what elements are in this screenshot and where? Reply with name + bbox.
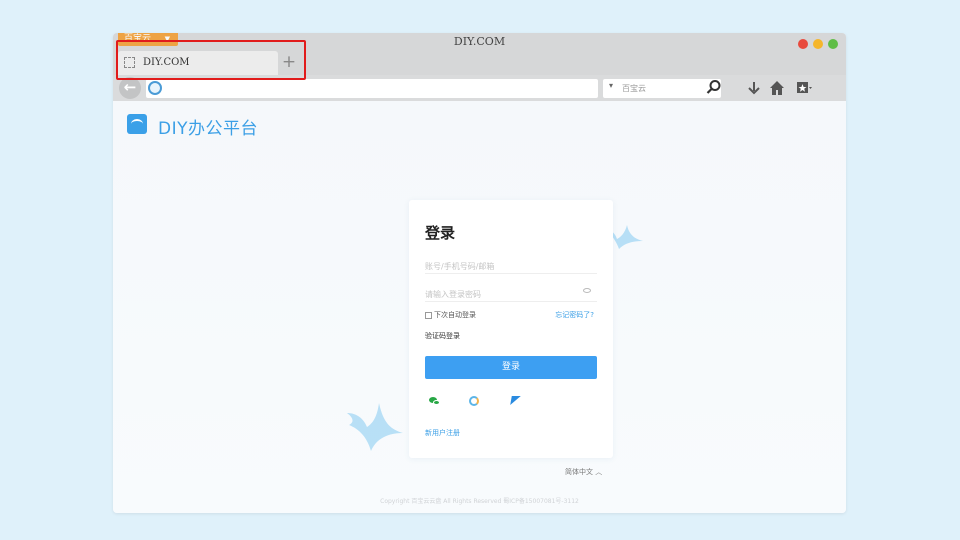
home-icon[interactable] [768,79,786,97]
footer-copyright: Copyright 百宝云云盘 All Rights Reserved 蜀ICP… [380,498,579,505]
brand-logo-icon [127,114,147,134]
download-icon[interactable] [745,79,763,97]
site-security-icon [148,81,162,95]
account-input[interactable] [425,258,575,271]
back-button[interactable]: ← [119,77,141,99]
brand-name: DIY办公平台 [158,119,258,139]
tab-highlight-box [116,40,306,80]
feishu-icon[interactable] [509,396,521,406]
account-field [425,254,597,274]
qq-icon[interactable] [468,396,480,406]
password-input[interactable] [425,286,575,299]
remember-me[interactable]: 下次自动登录 [425,310,476,320]
bookmark-icon[interactable] [795,79,813,97]
remember-label: 下次自动登录 [434,311,476,319]
wechat-icon[interactable] [429,396,441,406]
password-field [425,282,597,302]
register-link[interactable]: 新用户注册 [425,428,460,438]
search-engine-dropdown-icon[interactable]: ▾ [609,81,613,90]
browser-window: 百宝云 ▼ DIY.COM DIY.COM + ← ▼ → ▾ 百宝云 [113,33,846,513]
window-controls [798,39,838,49]
minimize-window-button[interactable] [813,39,823,49]
login-button[interactable]: 登录 [425,356,597,379]
login-title: 登录 [425,224,456,242]
search-input[interactable]: ▾ 百宝云 [603,79,721,98]
address-bar[interactable]: ▼ → [146,79,626,98]
maximize-window-button[interactable] [828,39,838,49]
remember-checkbox[interactable] [425,311,432,319]
forgot-password-link[interactable]: 忘记密码了? [555,310,594,320]
code-login-link[interactable]: 验证码登录 [425,331,460,341]
close-window-button[interactable] [798,39,808,49]
language-selector[interactable]: 简体中文 ︿ [565,467,602,477]
search-placeholder: 百宝云 [622,84,646,93]
login-card: 登录 下次自动登录 忘记密码了? 验证码登录 登录 [409,200,613,458]
search-icon[interactable] [706,79,722,95]
page-content: DIY办公平台 登录 下次自动登录 忘记密码了? 验证码登录 登录 [113,101,846,513]
eye-icon[interactable] [583,288,591,293]
decorative-splash-icon [347,403,403,451]
